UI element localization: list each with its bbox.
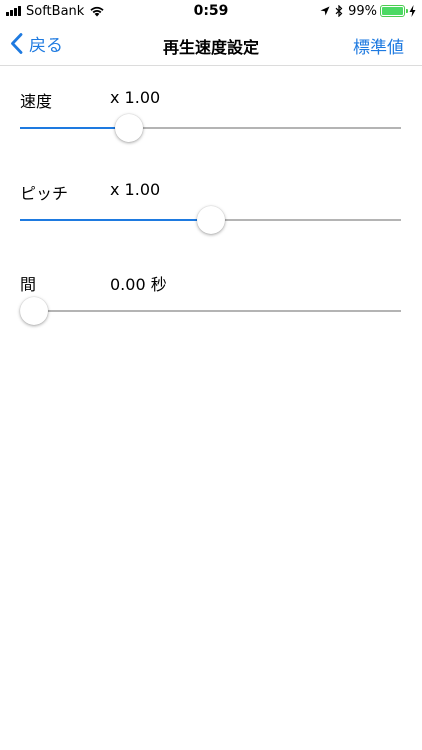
speed-value: x 1.00 <box>110 88 161 107</box>
battery-icon <box>380 5 408 17</box>
speed-label: 速度 <box>20 92 53 111</box>
charging-bolt-icon <box>409 5 416 17</box>
chevron-left-icon <box>11 33 23 54</box>
interval-label: 間 <box>20 275 37 294</box>
status-bar: SoftBank 0:59 99% <box>0 0 422 22</box>
battery-level-fill <box>382 7 403 15</box>
back-button[interactable]: 戻る <box>10 31 63 56</box>
bluetooth-icon <box>335 5 343 17</box>
pitch-label: ピッチ <box>20 184 69 203</box>
interval-slider-track <box>20 310 401 312</box>
location-arrow-icon <box>320 6 330 16</box>
interval-value: 0.00 秒 <box>110 275 167 294</box>
interval-slider-thumb[interactable] <box>20 297 48 325</box>
pitch-slider-thumb[interactable] <box>196 206 225 234</box>
speed-slider-thumb[interactable] <box>115 114 144 142</box>
pitch-slider[interactable] <box>20 206 401 234</box>
navigation-bar: 戻る 再生速度設定 標準値 <box>0 22 422 66</box>
pitch-value: x 1.00 <box>110 180 161 199</box>
reset-default-button[interactable]: 標準値 <box>353 33 404 58</box>
speed-slider-fill <box>20 127 130 129</box>
battery-percent: 99% <box>348 3 377 19</box>
back-button-label: 戻る <box>29 36 63 56</box>
status-right: 99% <box>320 3 416 19</box>
pitch-slider-fill <box>20 219 211 221</box>
interval-slider[interactable] <box>20 297 401 325</box>
battery-cap <box>406 9 408 13</box>
speed-slider[interactable] <box>20 114 401 142</box>
